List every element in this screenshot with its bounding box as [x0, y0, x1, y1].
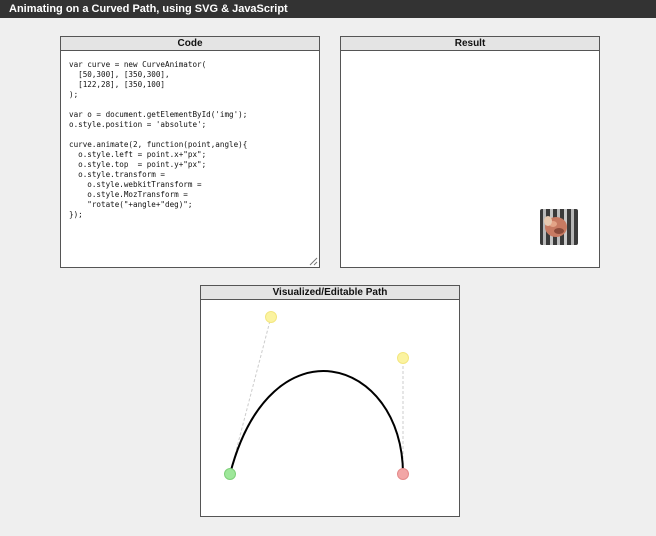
code-panel-title: Code	[61, 37, 319, 51]
path-panel: Visualized/Editable Path	[200, 285, 460, 517]
start-control-guide	[229, 316, 272, 475]
curve-path	[229, 370, 404, 475]
result-area	[341, 52, 599, 267]
resize-grip-icon[interactable]	[309, 257, 318, 266]
control-point-1-handle[interactable]	[265, 311, 277, 323]
result-panel-title: Result	[341, 37, 599, 51]
code-editor[interactable]: var curve = new CurveAnimator( [50,300],…	[61, 52, 319, 267]
code-panel: Code var curve = new CurveAnimator( [50,…	[60, 36, 320, 268]
path-canvas	[224, 311, 409, 480]
path-panel-title: Visualized/Editable Path	[201, 286, 459, 300]
page-title: Animating on a Curved Path, using SVG & …	[0, 0, 656, 18]
result-panel: Result	[340, 36, 600, 268]
control-point-2-handle[interactable]	[397, 352, 409, 364]
end-point-handle[interactable]	[397, 468, 409, 480]
start-point-handle[interactable]	[224, 468, 236, 480]
animated-image	[540, 209, 578, 245]
